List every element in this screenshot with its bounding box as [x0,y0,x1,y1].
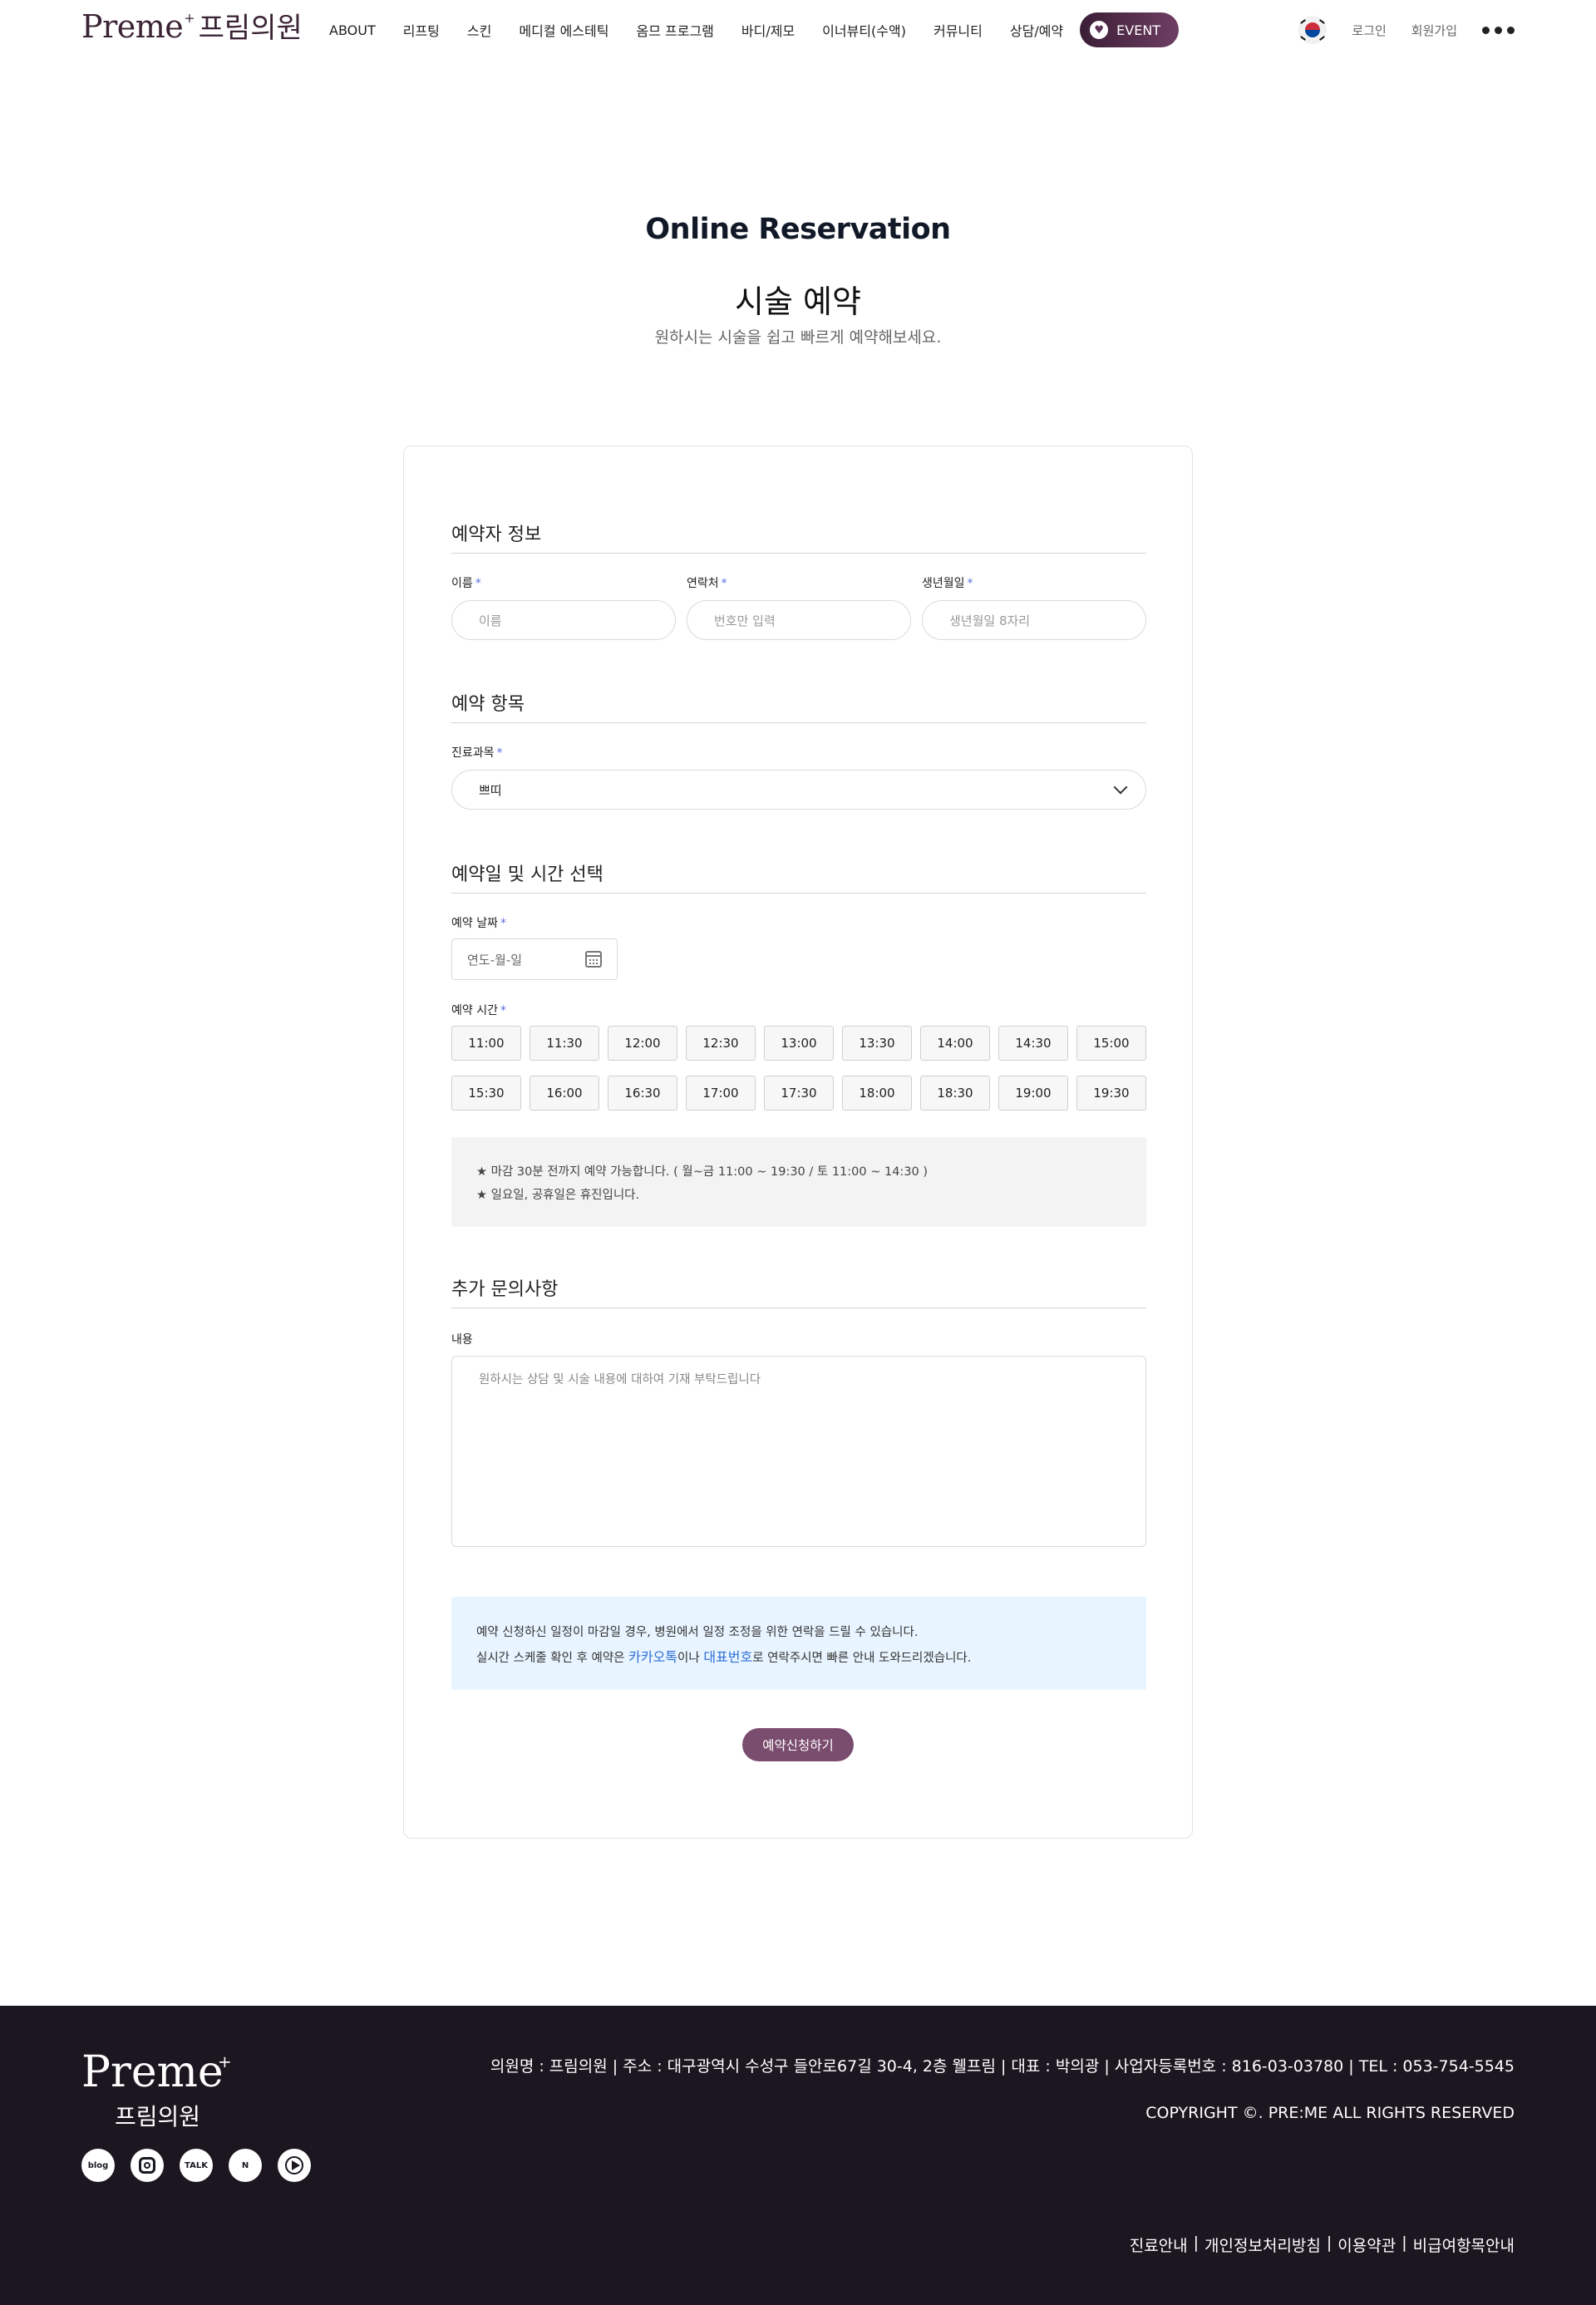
site-header: Preme + 프림의원 ABOUT 리프팅 스킨 메디컬 에스테틱 옴므 프로… [0,0,1596,60]
date-placeholder: 연도-월-일 [467,952,523,968]
footer-link-privacy-policy[interactable]: 개인정보처리방침 [1204,2234,1321,2256]
footer-separator: | [1326,2234,1332,2252]
nav-body-hair-removal[interactable]: 바디/제모 [741,20,795,40]
time-slot-button[interactable]: 15:00 [1076,1026,1146,1061]
time-slot-button[interactable]: 18:30 [920,1076,990,1111]
header-utilities: 로그인 회원가입 [1298,13,1515,47]
date-label: 예약 날짜 * [451,917,506,930]
nav-consult-reservation[interactable]: 상담/예약 [1010,20,1063,40]
instagram-icon[interactable] [131,2149,164,2182]
time-slot-button[interactable]: 14:30 [998,1026,1068,1061]
blog-icon[interactable]: blog [81,2149,115,2182]
time-slot-button[interactable]: 15:30 [451,1076,521,1111]
nav-medical-esthetic[interactable]: 메디컬 에스테틱 [519,20,608,40]
time-slot-button[interactable]: 17:00 [686,1076,756,1111]
time-slot-button[interactable]: 11:30 [530,1026,599,1061]
nav-inner-beauty[interactable]: 이너뷰티(수액) [822,20,906,40]
footer-link-terms[interactable]: 이용약관 [1337,2234,1396,2256]
footer-logo-en: Preme [81,2047,224,2097]
kakaotalk-icon[interactable]: TALK [180,2149,213,2182]
time-slot-button[interactable]: 12:30 [686,1026,756,1061]
section-title-additional-inquiry: 추가 문의사항 [451,1279,559,1300]
section-divider [451,722,1146,723]
site-footer: Preme + 프림의원 blog TALK N 의원명 : 프림의원 | 주소… [0,2006,1596,2305]
section-title-reservation-item: 예약 항목 [451,694,525,715]
social-links: blog TALK N [81,2149,311,2182]
date-input[interactable]: 연도-월-일 [451,938,618,980]
contact-info-box: 예약 신청하신 일정이 마감일 경우, 병원에서 일정 조정을 위한 연락을 드… [451,1597,1146,1690]
calendar-icon[interactable] [585,951,602,968]
hours-notice: ★ 마감 30분 전까지 예약 가능합니다. ( 월~금 11:00 ~ 19:… [451,1137,1146,1227]
time-slot-grid: 11:00 11:30 12:00 12:30 13:00 13:30 14:0… [451,1026,1150,1111]
department-selected-value: 쁘띠 [479,782,502,798]
section-title-date-time: 예약일 및 시간 선택 [451,864,603,885]
time-slot-button[interactable]: 19:30 [1076,1076,1146,1111]
time-label: 예약 시간 * [451,1004,506,1017]
content-textarea[interactable]: 원하시는 상담 및 시술 내용에 대하여 기재 부탁드립니다 [451,1356,1146,1547]
logo-text-en: Preme [81,8,184,45]
logo-text-ko: 프림의원 [198,12,303,45]
time-slot-button[interactable]: 18:00 [842,1076,912,1111]
footer-logo-plus: + [218,2051,232,2071]
birthdate-label: 생년월일 * [922,577,973,590]
youtube-icon[interactable] [278,2149,311,2182]
time-slot-button[interactable]: 19:00 [998,1076,1068,1111]
login-link[interactable]: 로그인 [1352,22,1386,39]
footer-logo-ko: 프림의원 [115,2103,201,2130]
logo-plus: + [184,10,195,26]
event-button[interactable]: ♥ EVENT [1080,12,1180,47]
nav-lifting[interactable]: 리프팅 [403,20,440,40]
nav-skin[interactable]: 스킨 [467,20,491,40]
name-input[interactable]: 이름 [451,600,676,640]
korea-flag-icon[interactable] [1298,16,1328,44]
footer-separator: | [1193,2234,1199,2252]
heart-icon: ♥ [1090,21,1109,39]
notice-line: ★ 일요일, 공휴일은 휴진입니다. [476,1189,640,1202]
time-slot-button[interactable]: 13:30 [842,1026,912,1061]
info-line: 예약 신청하신 일정이 마감일 경우, 병원에서 일정 조정을 위한 연락을 드… [476,1626,919,1639]
more-menu-icon[interactable] [1482,26,1515,34]
phone-input[interactable]: 번호만 입력 [687,600,911,640]
phone-label: 연락처 * [687,577,727,590]
info-line: 실시간 스케줄 확인 후 예약은 카카오톡이나 대표번호로 연락주시면 빠른 안… [476,1649,972,1665]
footer-separator: | [1401,2234,1407,2252]
footer-link-non-covered-items[interactable]: 비급여항목안내 [1413,2234,1515,2256]
footer-link-treatment-guide[interactable]: 진료안내 [1130,2234,1188,2256]
page-title: 시술 예약 [735,283,861,320]
nav-community[interactable]: 커뮤니티 [933,20,983,40]
section-divider [451,893,1146,894]
kakaotalk-link[interactable]: 카카오톡 [628,1649,677,1665]
notice-line: ★ 마감 30분 전까지 예약 가능합니다. ( 월~금 11:00 ~ 19:… [476,1165,929,1179]
time-slot-button[interactable]: 12:00 [608,1026,677,1061]
section-divider [451,553,1146,554]
nav-about[interactable]: ABOUT [329,22,376,38]
name-label: 이름 * [451,577,481,590]
footer-links: 진료안내 | 개인정보처리방침 | 이용약관 | 비급여항목안내 [1130,2234,1515,2256]
site-logo[interactable]: Preme + 프림의원 [81,5,303,46]
time-slot-button[interactable]: 17:30 [764,1076,834,1111]
submit-reservation-button[interactable]: 예약신청하기 [742,1728,854,1761]
content-label: 내용 [451,1333,473,1347]
business-info: 의원명 : 프림의원 | 주소 : 대구광역시 수성구 들안로67길 30-4,… [490,2057,1515,2076]
chevron-down-icon [1113,780,1128,795]
nav-homme-program[interactable]: 옴므 프로그램 [636,20,713,40]
naver-talk-icon[interactable]: N [229,2149,262,2182]
time-slot-button[interactable]: 16:30 [608,1076,677,1111]
department-label: 진료과목 * [451,746,503,760]
time-slot-button[interactable]: 11:00 [451,1026,521,1061]
main-nav: ABOUT 리프팅 스킨 메디컬 에스테틱 옴므 프로그램 바디/제모 이너뷰티… [329,12,1180,47]
section-title-booker-info: 예약자 정보 [451,525,542,545]
reservation-form: 예약자 정보 이름 * 이름 연락처 * 번호만 입력 생년월일 * 생년월일 8자리… [403,446,1193,1839]
page-title-en: Online Reservation [645,213,951,246]
copyright: COPYRIGHT ©. PRE:ME ALL RIGHTS RESERVED [1145,2104,1515,2122]
main-phone-link[interactable]: 대표번호 [703,1649,752,1665]
time-slot-button[interactable]: 16:00 [530,1076,599,1111]
birthdate-input[interactable]: 생년월일 8자리 [922,600,1146,640]
signup-link[interactable]: 회원가입 [1411,22,1457,39]
page-subtitle: 원하시는 시술을 쉽고 빠르게 예약해보세요. [654,328,942,347]
time-slot-button[interactable]: 13:00 [764,1026,834,1061]
time-slot-button[interactable]: 14:00 [920,1026,990,1061]
department-select[interactable]: 쁘띠 [451,770,1146,810]
event-label: EVENT [1116,22,1161,38]
